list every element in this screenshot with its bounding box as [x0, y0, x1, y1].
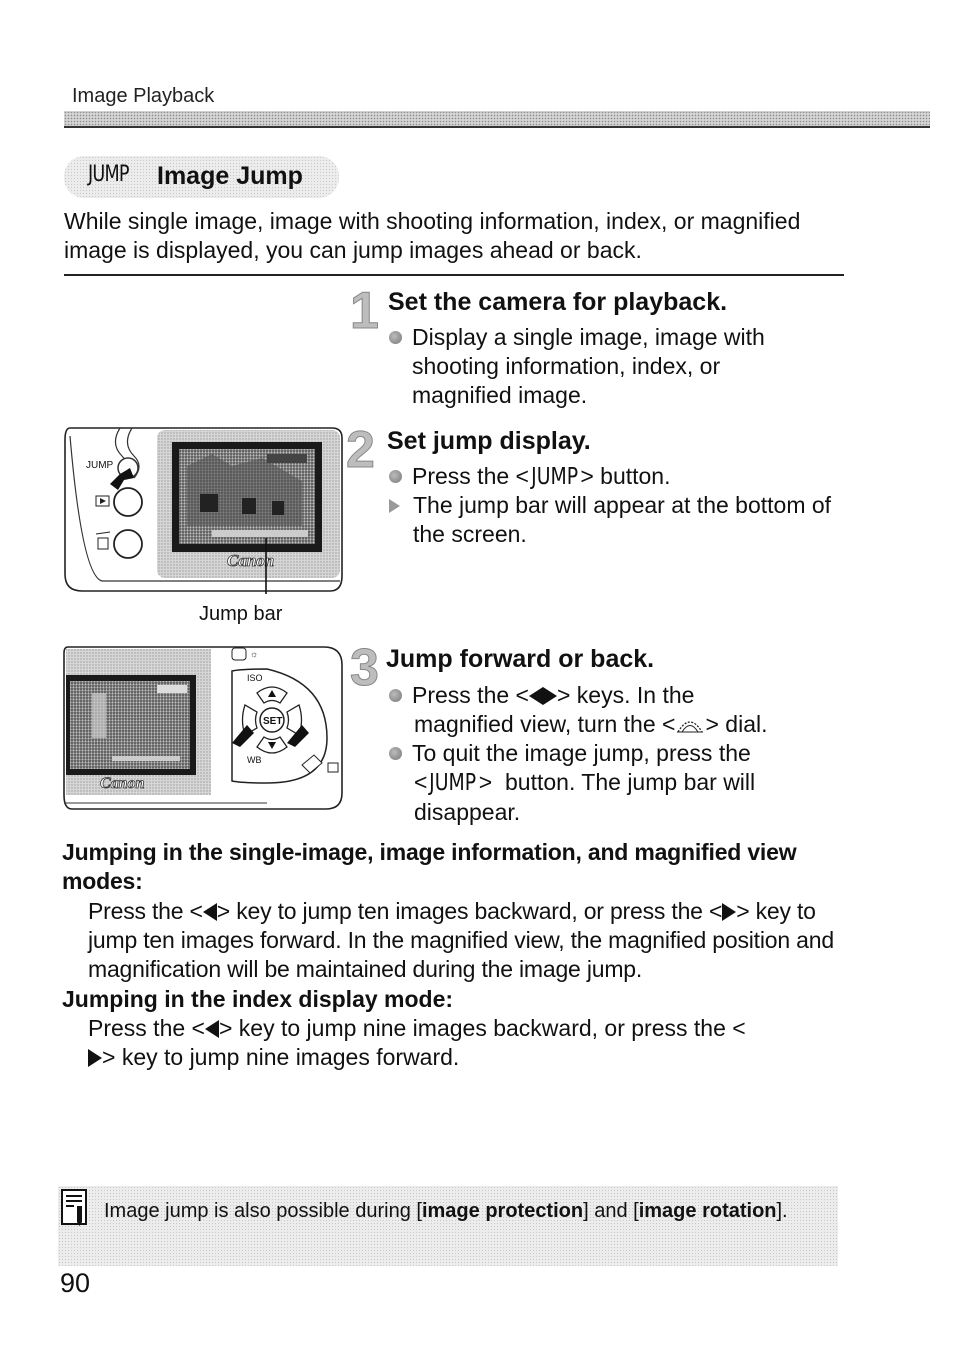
step-title: Set jump display.	[387, 427, 591, 455]
page-title: Image Jump	[157, 162, 303, 190]
jump-bar-callout: Jump bar	[199, 603, 283, 625]
brand-logo: Canon	[227, 551, 274, 570]
jump-key: JUMP	[531, 464, 579, 490]
right-key-icon	[542, 687, 557, 705]
section-title: JUMP Image Jump	[64, 156, 339, 198]
memo-pencil-icon	[61, 1189, 87, 1226]
step-bullet: Press the <JUMP> button.	[389, 462, 849, 492]
step-number: 3	[350, 639, 380, 697]
step-bullet: Display a single image, image with shoot…	[389, 323, 829, 410]
set-button: SET	[263, 716, 282, 727]
note-text: Image jump is also possible during [imag…	[104, 1200, 788, 1222]
jump-icon: JUMP	[88, 162, 129, 187]
step-number: 2	[346, 421, 376, 479]
bullet-icon	[389, 470, 402, 483]
camera-illustration: Canon SET ISO WB ☼	[63, 646, 343, 810]
subsection-body: Press the < > key to jump ten images back…	[88, 898, 834, 982]
note-box: Image jump is also possible during [imag…	[58, 1186, 838, 1266]
bullet-icon	[389, 689, 402, 702]
right-key-icon	[88, 1049, 102, 1067]
page-number: 90	[60, 1268, 91, 1298]
subsection-title: Jumping in the single-image, image infor…	[62, 839, 797, 894]
step-bullet: Press the < > keys. In the magnified view…	[389, 681, 859, 739]
right-key-icon	[722, 903, 737, 921]
left-key-icon	[202, 903, 217, 921]
bullet-icon	[389, 331, 402, 344]
camera-figure-jump-button: Canon JUMP	[62, 426, 344, 594]
camera-figure-cross-keys: Canon SET ISO WB ☼	[62, 643, 344, 811]
result-arrow-icon	[389, 499, 400, 513]
subsection-body: Press the < > key to jump nine images bac…	[88, 1015, 746, 1070]
step-title: Set the camera for playback.	[388, 288, 728, 316]
step-bullet: To quit the image jump, press the <JUMP>…	[389, 739, 859, 827]
step-result: The jump bar will appear at the bottom o…	[389, 491, 849, 549]
left-key-icon	[204, 1020, 219, 1038]
main-dial-icon	[677, 721, 704, 733]
step-title: Jump forward or back.	[386, 645, 655, 673]
camera-illustration: Canon JUMP	[64, 427, 343, 594]
subsection-title: Jumping in the index display mode:	[62, 986, 454, 1012]
header-bar	[64, 111, 930, 128]
jump-button-label: JUMP	[86, 460, 114, 471]
iso-label: ISO	[247, 673, 263, 683]
bullet-icon	[389, 747, 402, 760]
divider	[64, 274, 844, 276]
section-label: Image Playback	[72, 85, 215, 107]
left-key-icon	[528, 687, 543, 705]
svg-text:☼: ☼	[250, 649, 258, 659]
brand-logo: Canon	[100, 775, 145, 792]
wb-label: WB	[247, 755, 262, 765]
step-number: 1	[350, 282, 380, 340]
jump-key: JUMP	[429, 770, 477, 796]
intro-paragraph: While single image, image with shooting …	[64, 208, 801, 263]
